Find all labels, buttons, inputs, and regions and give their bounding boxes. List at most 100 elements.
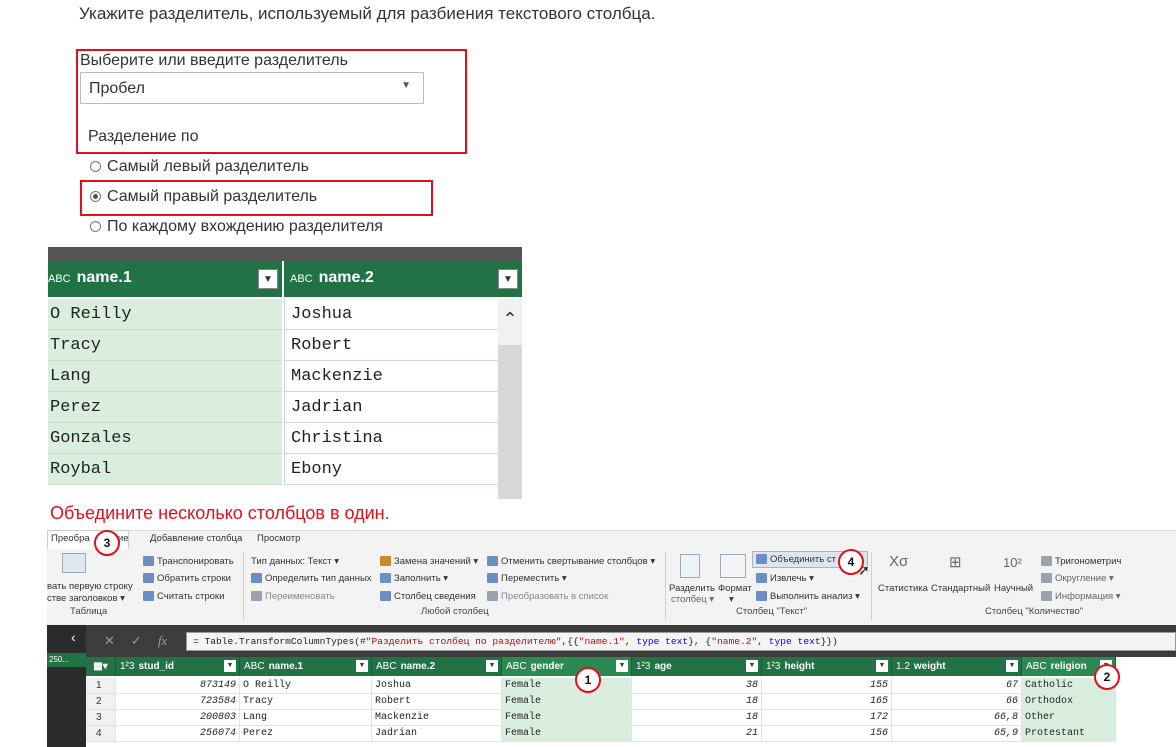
table-cell[interactable]: 67 (892, 678, 1022, 694)
row-number[interactable]: 4 (86, 726, 116, 742)
table-cell[interactable]: 18 (632, 694, 762, 710)
row-number[interactable]: 2 (86, 694, 116, 710)
count-rows-icon (143, 591, 154, 602)
convert-to-list-button[interactable]: Преобразовать в список (487, 591, 608, 602)
column-filter-dropdown-icon[interactable]: ▼ (876, 660, 888, 672)
column-filter-dropdown-icon[interactable]: ▼ (356, 660, 368, 672)
data-type-dropdown[interactable]: Тип данных: Текст ▾ (251, 556, 339, 567)
column-filter-dropdown-icon[interactable]: ▼ (746, 660, 758, 672)
column-header-weight[interactable]: 1.2 weight ▼ (892, 657, 1022, 676)
table-cell[interactable]: Female (502, 710, 632, 726)
extract-button[interactable]: Извлечь ▾ (756, 573, 814, 584)
split-column-button[interactable]: Разделить (669, 583, 715, 594)
table-cell[interactable]: 66 (892, 694, 1022, 710)
column-filter-dropdown-icon[interactable]: ▼ (498, 269, 518, 289)
column-filter-dropdown-icon[interactable]: ▼ (258, 269, 278, 289)
row-number[interactable]: 3 (86, 710, 116, 726)
convert-to-list-icon (487, 591, 498, 602)
column-header-name-1[interactable]: ABC name.1 ▼ (240, 657, 372, 676)
pivot-column-button[interactable]: Столбец сведения (380, 591, 476, 602)
format-dropdown-arrow[interactable]: ▾ (729, 594, 734, 605)
table-cell[interactable]: Other (1022, 710, 1116, 726)
table-cell[interactable]: 66,8 (892, 710, 1022, 726)
column-filter-dropdown-icon[interactable]: ▼ (616, 660, 628, 672)
table-cell[interactable]: 165 (762, 694, 892, 710)
transpose-button[interactable]: Транспонировать (143, 556, 234, 567)
rounding-icon (1041, 573, 1052, 584)
preview-scrollbar[interactable]: ⌃ (498, 299, 522, 499)
rounding-button[interactable]: Округление ▾ (1041, 573, 1114, 584)
preview-column-header-name2[interactable]: ABC name.2 ▼ (284, 261, 522, 297)
column-header-gender[interactable]: ABC gender ▼ (502, 657, 632, 676)
rename-button[interactable]: Переименовать (251, 591, 335, 602)
row-number[interactable]: 1 (86, 678, 116, 694)
radio-leftmost-delimiter[interactable]: Самый левый разделитель (90, 158, 309, 176)
tab-view[interactable]: Просмотр (257, 533, 300, 544)
detect-type-button[interactable]: Определить тип данных (251, 573, 372, 584)
use-first-row-button[interactable]: вать первую строку (47, 581, 133, 592)
column-filter-dropdown-icon[interactable]: ▼ (486, 660, 498, 672)
radio-each-occurrence[interactable]: По каждому вхождению разделителя (90, 218, 383, 236)
table-cell[interactable]: O Reilly (240, 678, 372, 694)
reverse-rows-button[interactable]: Обратить строки (143, 573, 231, 584)
radio-rightmost-delimiter[interactable]: Самый правый разделитель (90, 188, 317, 206)
table-cell[interactable]: 21 (632, 726, 762, 742)
table-cell[interactable]: Female (502, 694, 632, 710)
table-cell[interactable]: Lang (240, 710, 372, 726)
collapse-chevron-icon[interactable]: ‹ (71, 629, 76, 645)
query-item[interactable]: 250... (47, 653, 86, 667)
table-menu-icon[interactable]: ▦▾ (86, 657, 116, 676)
column-header-age[interactable]: 1²3 age ▼ (632, 657, 762, 676)
scroll-up-icon[interactable]: ⌃ (498, 299, 522, 345)
information-button[interactable]: Информация ▾ (1041, 591, 1121, 602)
table-cell[interactable]: Female (502, 678, 632, 694)
table-cell[interactable]: 873149 (116, 678, 240, 694)
scientific-button[interactable]: Научный (994, 583, 1033, 594)
fx-icon[interactable]: fx (158, 633, 167, 648)
parse-button[interactable]: Выполнить анализ ▾ (756, 591, 860, 602)
table-cell[interactable]: Tracy (240, 694, 372, 710)
unpivot-columns-button[interactable]: Отменить свертывание столбцов ▾ (487, 556, 655, 567)
table-cell[interactable]: 65,9 (892, 726, 1022, 742)
cancel-icon[interactable]: ✕ (104, 633, 115, 648)
column-filter-dropdown-icon[interactable]: ▼ (224, 660, 236, 672)
table-cell[interactable]: Robert (372, 694, 502, 710)
standard-button[interactable]: Стандартный (931, 583, 990, 594)
type-icon: ABC (376, 661, 397, 672)
table-cell[interactable]: 38 (632, 678, 762, 694)
table-cell[interactable]: 256074 (116, 726, 240, 742)
type-icon: ABC (1026, 661, 1047, 672)
replace-values-button[interactable]: Замена значений ▾ (380, 556, 478, 567)
table-cell[interactable]: Female (502, 726, 632, 742)
preview-column-header-name1[interactable]: ABC name.1 ▼ (48, 261, 282, 297)
table-cell[interactable]: Orthodox (1022, 694, 1116, 710)
table-cell[interactable]: Joshua (372, 678, 502, 694)
confirm-icon[interactable]: ✓ (131, 633, 142, 648)
move-button[interactable]: Переместить ▾ (487, 573, 567, 584)
format-button[interactable]: Формат (718, 583, 752, 594)
formula-input[interactable]: = Table.TransformColumnTypes(#"Разделить… (186, 632, 1176, 651)
type-icon: 1²3 (766, 661, 781, 672)
table-cell[interactable]: 172 (762, 710, 892, 726)
column-filter-dropdown-icon[interactable]: ▼ (1006, 660, 1018, 672)
preview-cell: Tracy (48, 330, 282, 361)
divider (871, 552, 872, 620)
statistics-button[interactable]: Статистика (878, 583, 928, 594)
table-cell[interactable]: Mackenzie (372, 710, 502, 726)
delimiter-select[interactable]: Пробел ▼ (80, 72, 424, 104)
table-cell[interactable]: Jadrian (372, 726, 502, 742)
tab-add-column[interactable]: Добавление столбца (150, 533, 242, 544)
table-cell[interactable]: 155 (762, 678, 892, 694)
fill-button[interactable]: Заполнить ▾ (380, 573, 448, 584)
count-rows-button[interactable]: Считать строки (143, 591, 224, 602)
trigonometry-button[interactable]: Тригонометрич (1041, 556, 1121, 567)
table-cell[interactable]: 723584 (116, 694, 240, 710)
table-cell[interactable]: Perez (240, 726, 372, 742)
table-cell[interactable]: 156 (762, 726, 892, 742)
table-cell[interactable]: 200803 (116, 710, 240, 726)
column-header-stud_id[interactable]: 1²3 stud_id ▼ (116, 657, 240, 676)
table-cell[interactable]: Protestant (1022, 726, 1116, 742)
table-cell[interactable]: 18 (632, 710, 762, 726)
column-header-height[interactable]: 1²3 height ▼ (762, 657, 892, 676)
column-header-name-2[interactable]: ABC name.2 ▼ (372, 657, 502, 676)
